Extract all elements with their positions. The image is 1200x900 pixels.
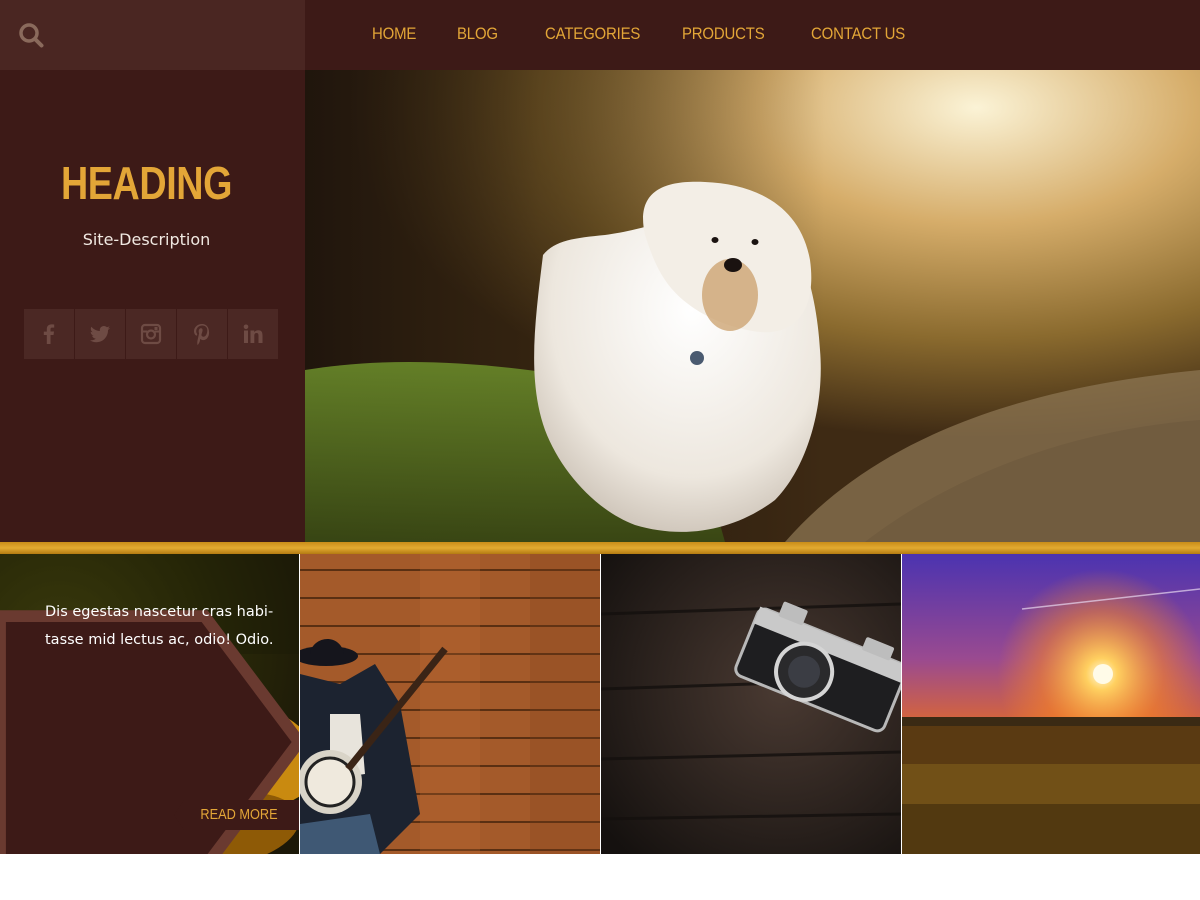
site-description: Site-Description [82, 230, 211, 249]
social-links [24, 309, 278, 359]
gallery-featured-tile[interactable]: Dis egestas nascetur cras habi-tasse mid… [0, 554, 299, 854]
nav-categories[interactable]: CATEGORIES [545, 24, 640, 44]
main-nav: HOME BLOG CATEGORIES PRODUCTS CONTACT US [305, 0, 1200, 70]
read-more-label: READ MORE [200, 806, 278, 823]
gallery-tile-camera[interactable] [601, 554, 901, 854]
pinterest-icon [194, 324, 210, 345]
twitter-button[interactable] [75, 309, 125, 359]
sidebar: HEADING Site-Description [0, 70, 305, 542]
nav-contact-us[interactable]: CONTACT US [811, 24, 905, 44]
facebook-button[interactable] [24, 309, 74, 359]
instagram-button[interactable] [126, 309, 176, 359]
gold-divider [0, 542, 1200, 554]
pinterest-button[interactable] [177, 309, 227, 359]
instagram-icon [140, 323, 162, 345]
search-panel [0, 0, 305, 70]
hero-image [305, 70, 1200, 542]
nav-blog[interactable]: BLOG [457, 24, 498, 44]
facebook-icon [43, 324, 55, 344]
linkedin-icon [243, 324, 263, 343]
linkedin-button[interactable] [228, 309, 278, 359]
twitter-icon [90, 326, 110, 343]
nav-products[interactable]: PRODUCTS [682, 24, 765, 44]
gallery-tile-banjo[interactable] [300, 554, 600, 854]
read-more-button[interactable]: READ MORE [174, 800, 299, 830]
site-heading: HEADING [60, 157, 233, 209]
search-icon[interactable] [18, 22, 44, 48]
gallery-tile-sunset[interactable] [902, 554, 1200, 854]
featured-excerpt: Dis egestas nascetur cras habi-tasse mid… [45, 604, 274, 648]
nav-home[interactable]: HOME [372, 24, 416, 44]
